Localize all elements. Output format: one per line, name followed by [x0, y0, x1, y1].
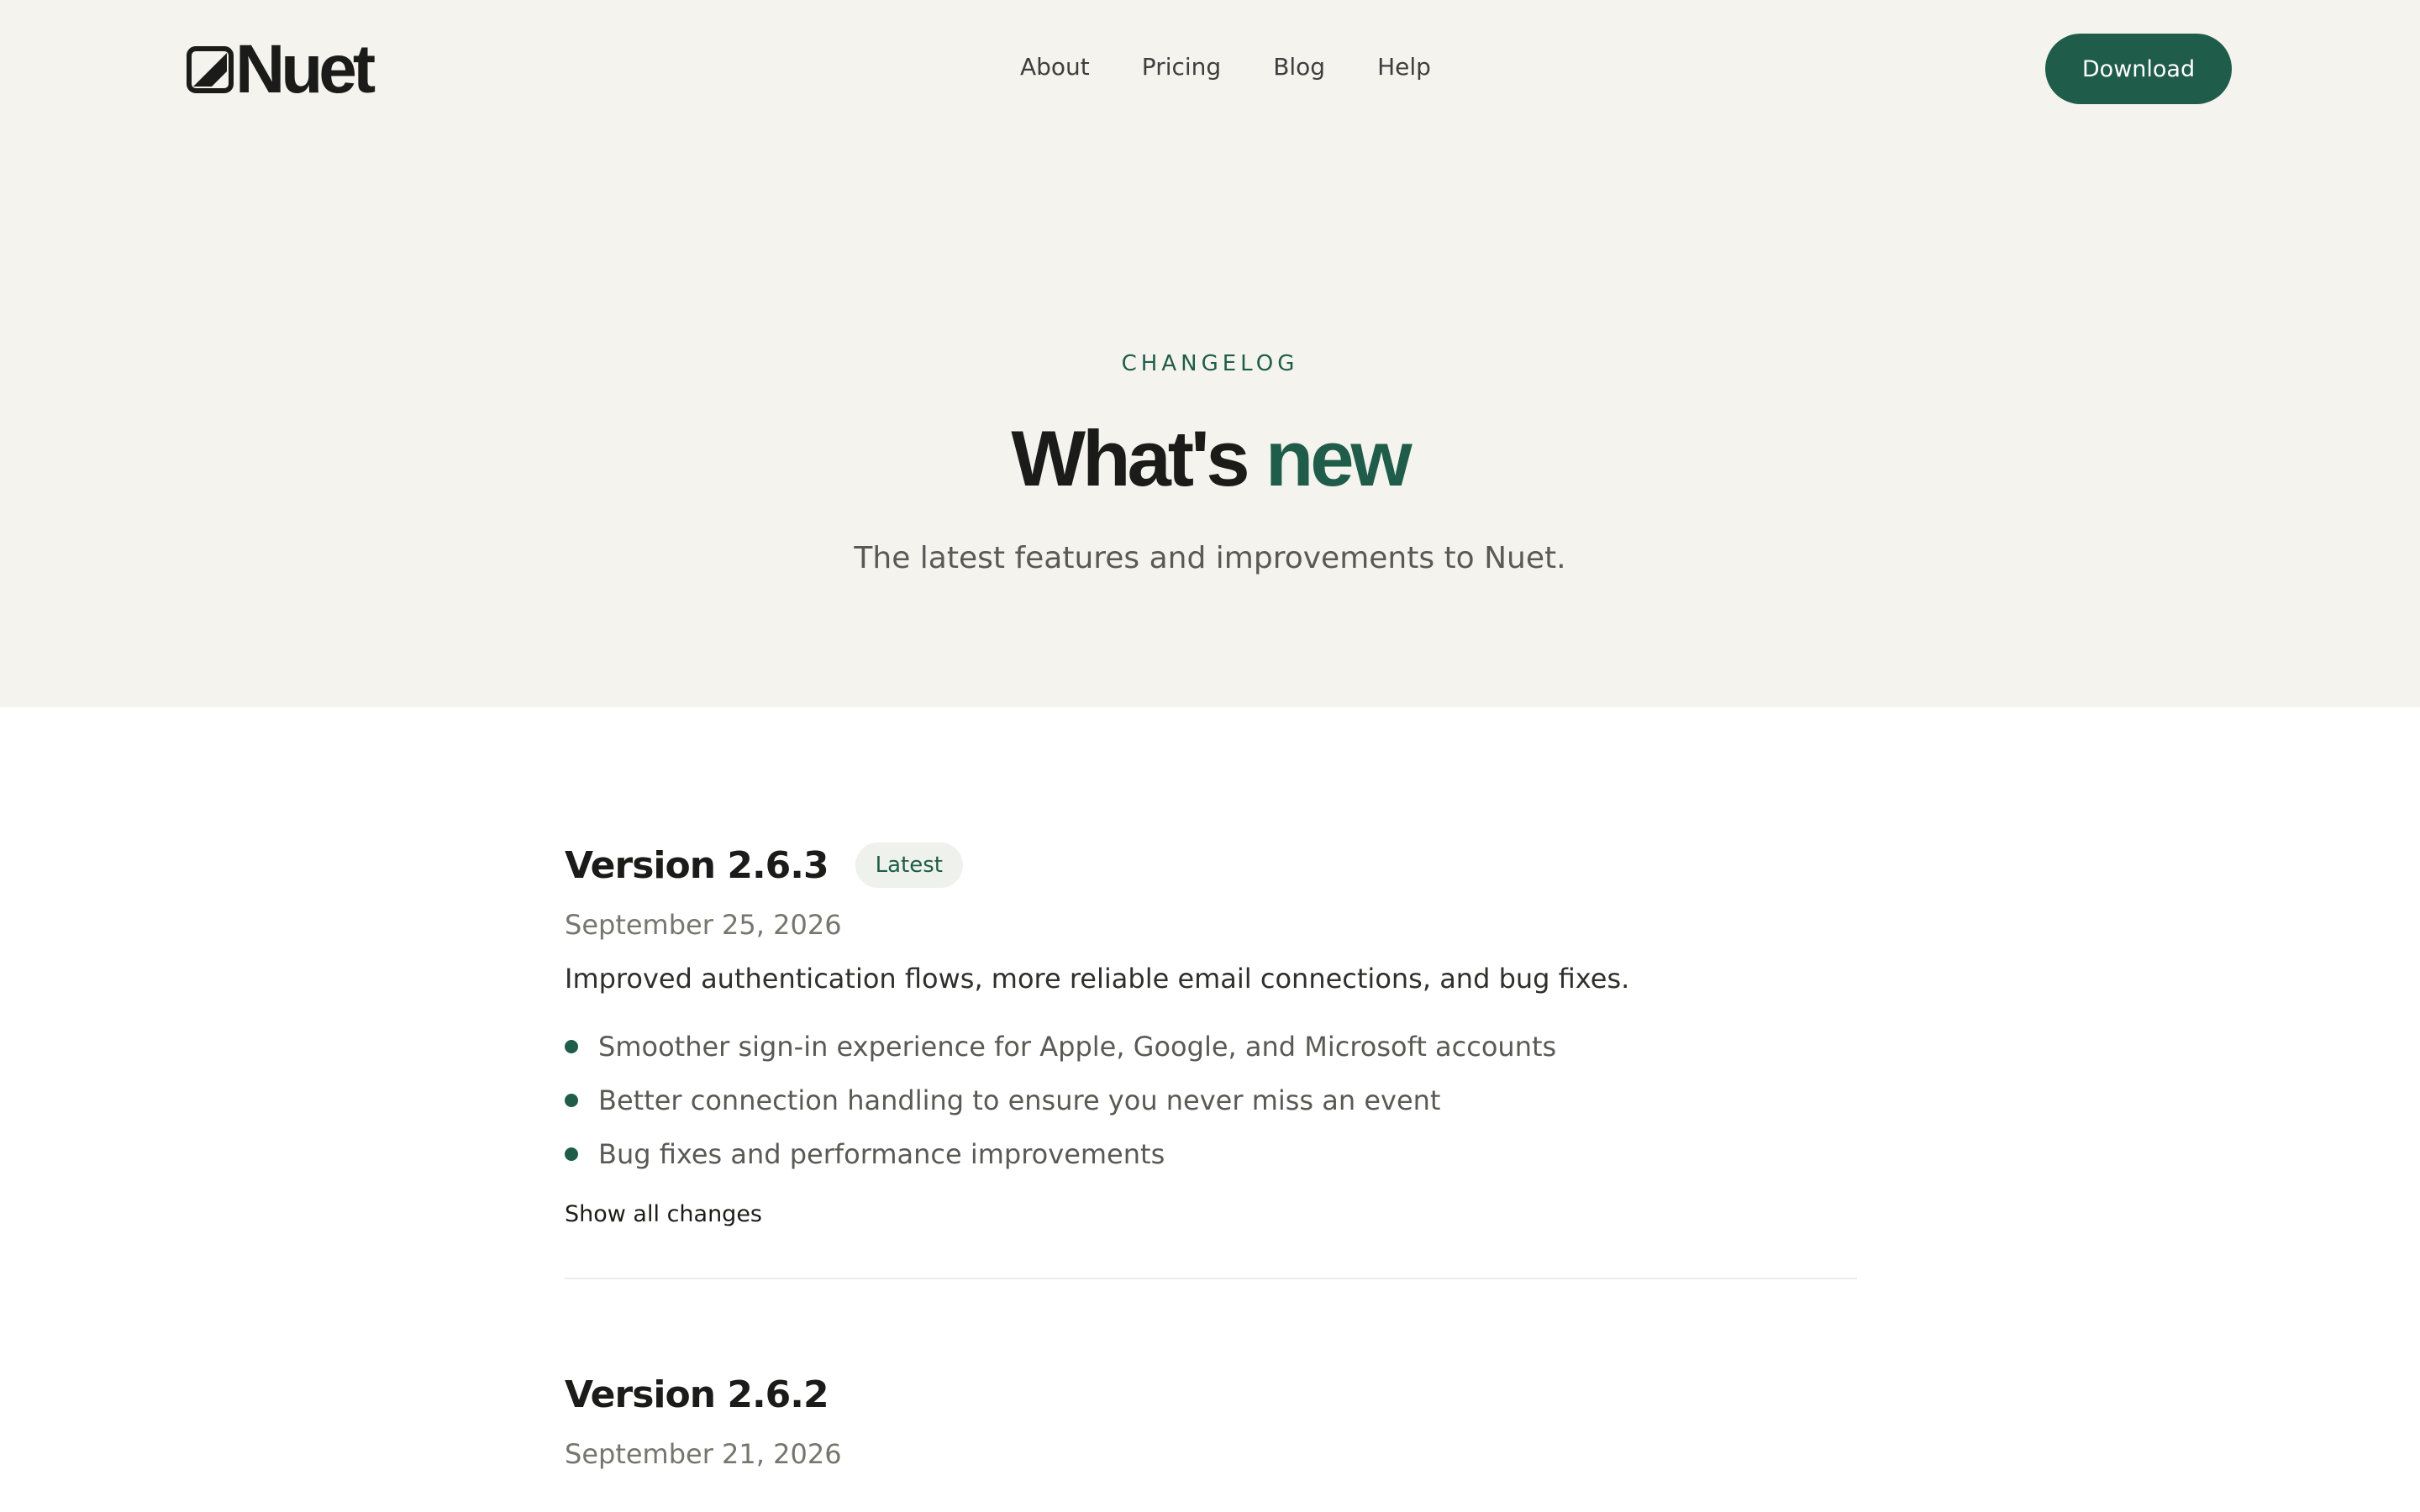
release-version: Version 2.6.3 [565, 843, 829, 887]
nav-about[interactable]: About [1020, 49, 1090, 86]
release-entry: Version 2.6.2 September 21, 2026 [565, 1369, 842, 1471]
changelog-eyebrow: CHANGELOG [1121, 351, 1299, 376]
list-item: Smoother sign-in experience for Apple, G… [565, 1030, 1857, 1063]
bullet-icon [565, 1040, 578, 1053]
hero-section: Nuet About Pricing Blog Help Download CH… [0, 0, 2420, 707]
page-subtitle: The latest features and improvements to … [854, 541, 1566, 575]
title-accent: new [1265, 414, 1413, 502]
logo[interactable]: Nuet [187, 31, 376, 108]
logo-mark-icon [187, 46, 234, 93]
release-header: Version 2.6.3 Latest [565, 840, 1857, 890]
list-item: Bug fixes and performance improvements [565, 1137, 1857, 1171]
change-list: Smoother sign-in experience for Apple, G… [565, 1030, 1857, 1171]
nav-blog[interactable]: Blog [1273, 49, 1325, 86]
release-version: Version 2.6.2 [565, 1373, 829, 1416]
release-date: September 25, 2026 [565, 909, 842, 941]
latest-badge: Latest [855, 843, 963, 888]
logo-text: Nuet [235, 31, 376, 108]
change-text: Better connection handling to ensure you… [598, 1084, 1441, 1116]
release-date: September 21, 2026 [565, 1438, 842, 1470]
bullet-icon [565, 1094, 578, 1107]
download-button[interactable]: Download [2045, 34, 2232, 104]
title-main: What's [1011, 414, 1249, 502]
change-text: Smoother sign-in experience for Apple, G… [598, 1031, 1557, 1063]
release-header: Version 2.6.2 [565, 1369, 842, 1420]
list-item: Better connection handling to ensure you… [565, 1084, 1857, 1117]
change-text: Bug fixes and performance improvements [598, 1138, 1165, 1170]
release-summary: Improved authentication flows, more reli… [565, 963, 1630, 995]
nav-help[interactable]: Help [1377, 49, 1431, 86]
page-title: What's new [0, 408, 2420, 509]
release-entry: Version 2.6.3 Latest September 25, 2026 … [565, 840, 1857, 1279]
main-nav: About Pricing Blog Help [1020, 49, 1431, 86]
bullet-icon [565, 1147, 578, 1161]
nav-pricing[interactable]: Pricing [1142, 49, 1221, 86]
show-all-changes-link[interactable]: Show all changes [565, 1201, 762, 1227]
divider [565, 1278, 1857, 1279]
